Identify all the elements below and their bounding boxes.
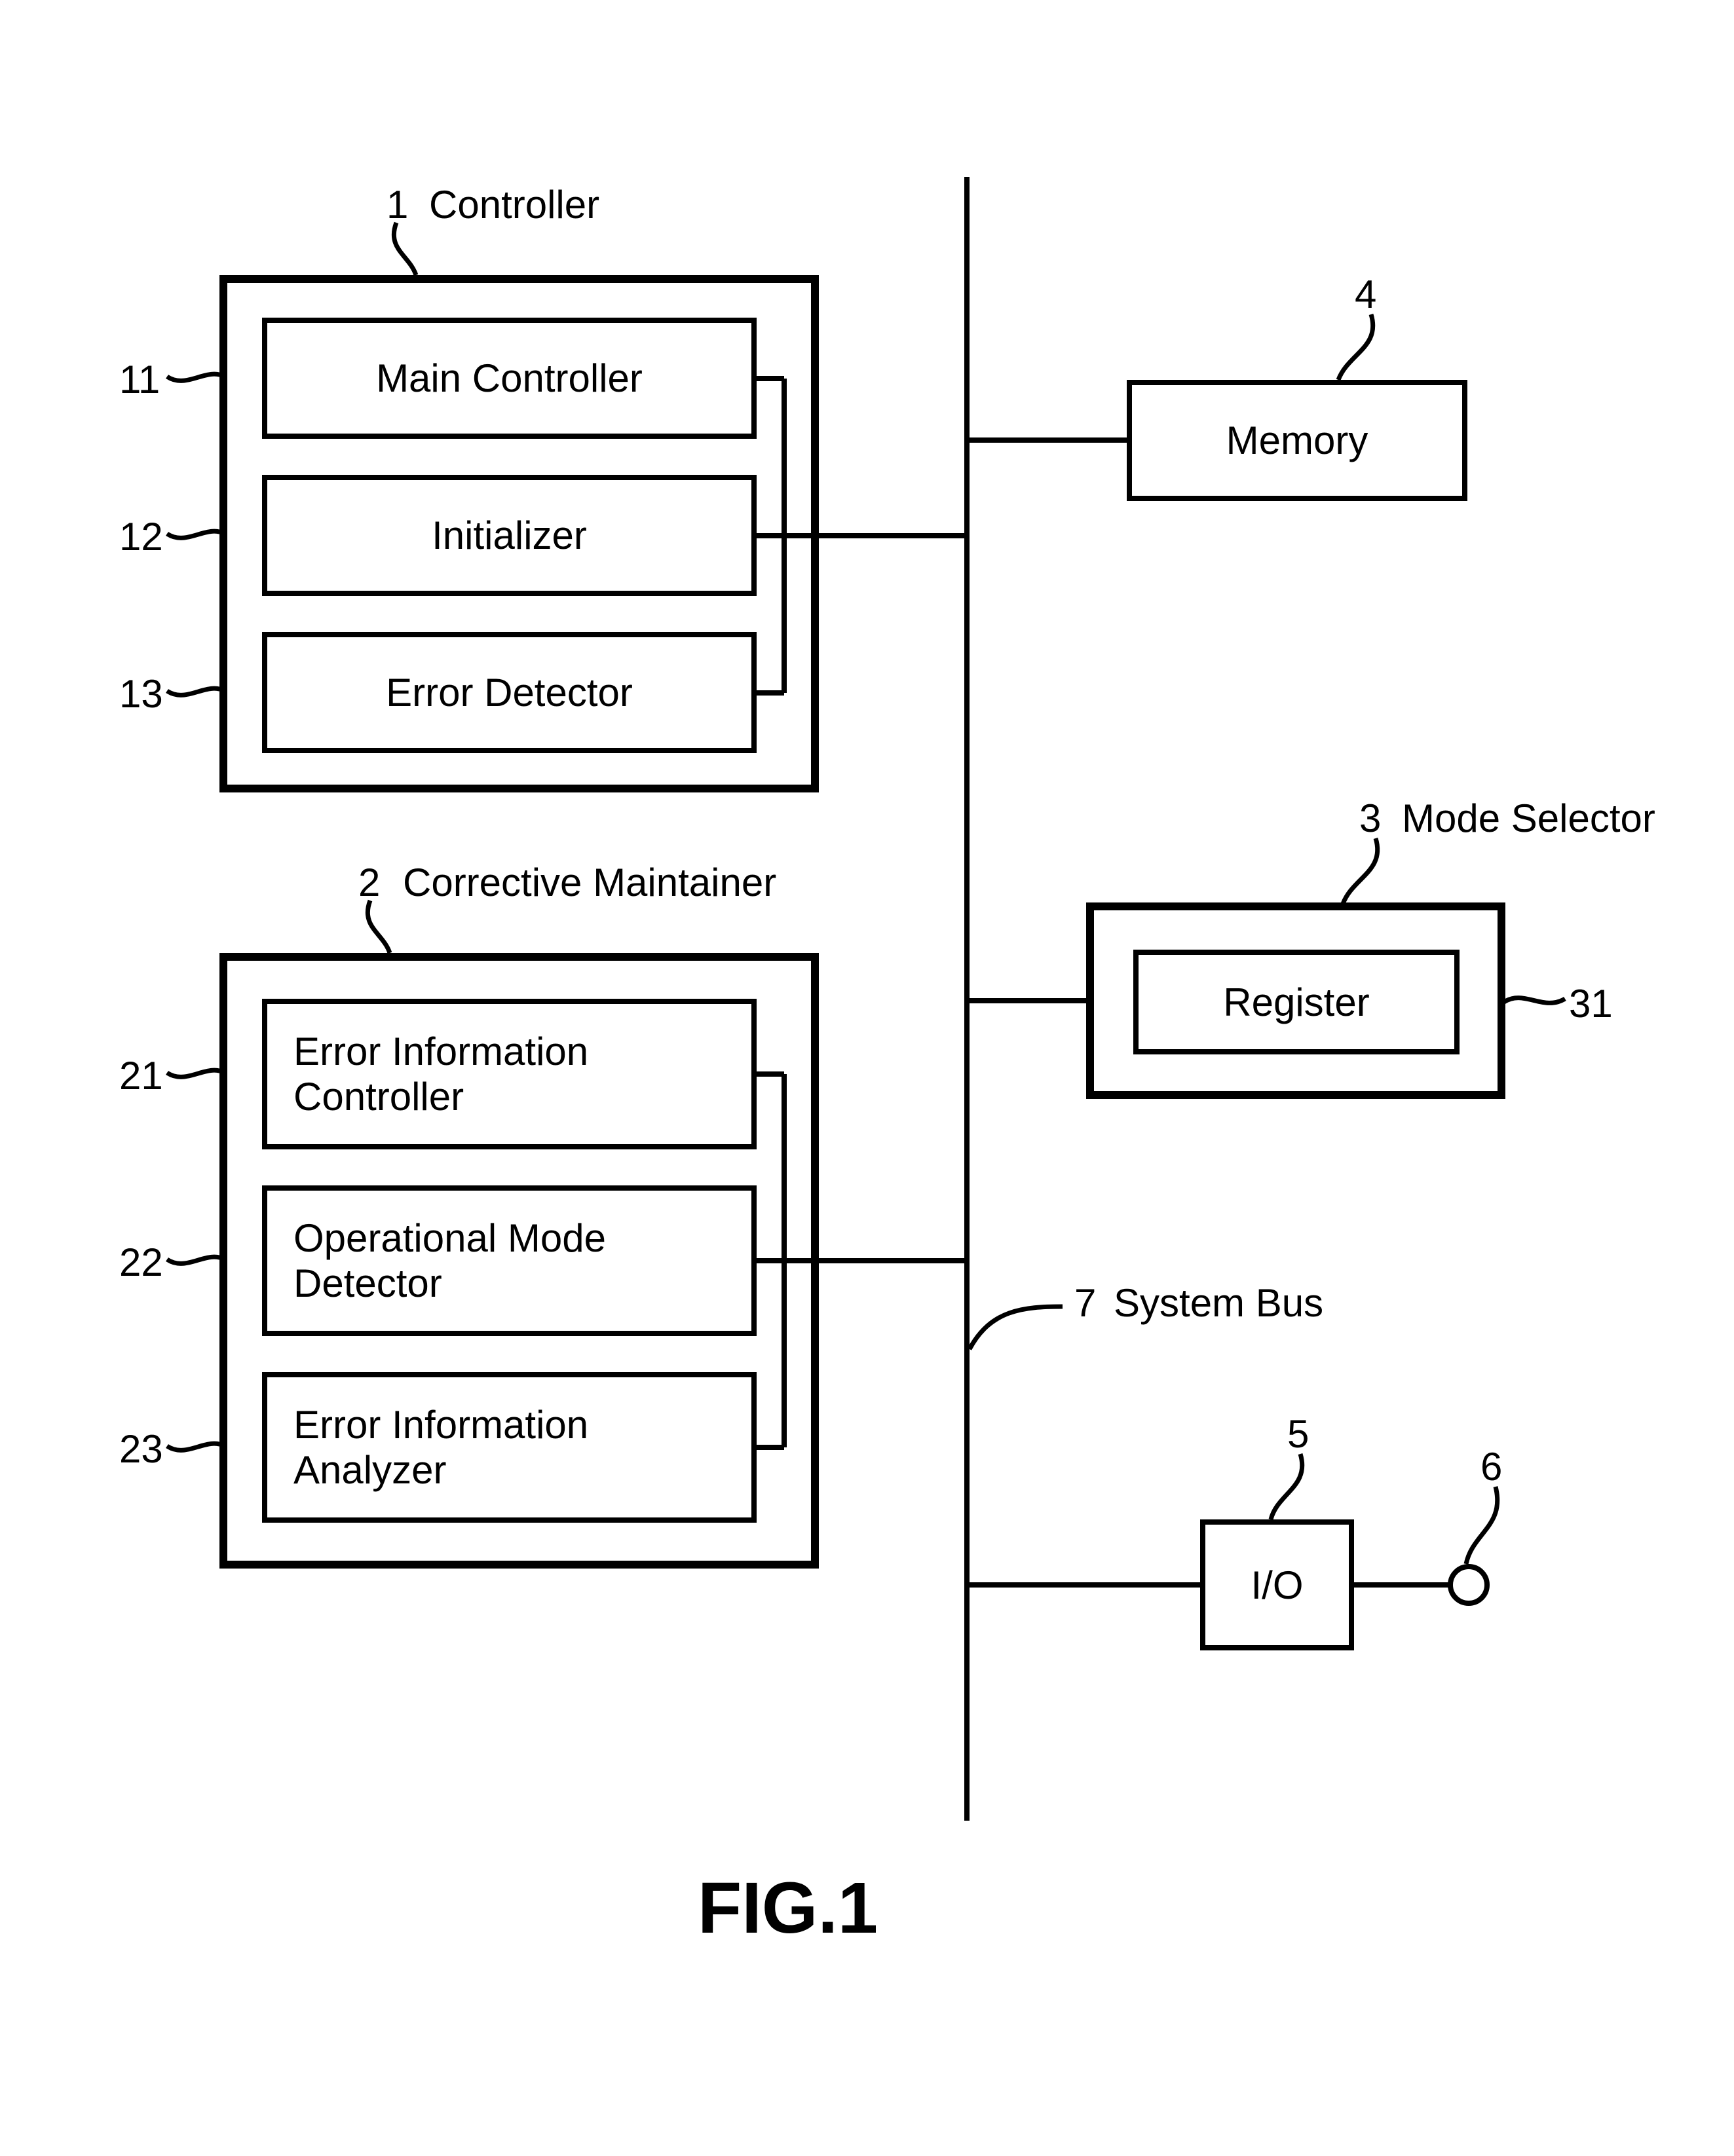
diagram-canvas: 7 System Bus 1 Controller Main Controlle… — [0, 0, 1734, 2156]
register-box: Register — [1133, 950, 1460, 1054]
io-port-ref: 6 — [1480, 1444, 1502, 1489]
controller-lead — [390, 223, 429, 278]
main-controller-lead — [167, 370, 226, 396]
op-mode-detector-label: Operational ModeDetector — [267, 1216, 751, 1306]
op-mode-detector-lead — [167, 1253, 226, 1279]
mode-selector-ref: 3 — [1359, 796, 1381, 841]
memory-to-bus — [967, 437, 1129, 443]
io-ref: 5 — [1287, 1411, 1309, 1457]
cm-to-bus — [757, 1258, 967, 1263]
error-info-controller-label: Error InformationController — [267, 1029, 751, 1119]
memory-ref: 4 — [1355, 272, 1376, 317]
io-port-lead — [1460, 1487, 1505, 1565]
figure-title: FIG.1 — [698, 1867, 878, 1950]
error-info-analyzer-label: Error InformationAnalyzer — [267, 1402, 751, 1493]
main-controller-label: Main Controller — [363, 356, 656, 401]
controller-name: Controller — [429, 182, 599, 227]
controller-bus-tap-13 — [757, 690, 784, 696]
io-to-port — [1351, 1582, 1451, 1588]
memory-label: Memory — [1213, 418, 1382, 463]
register-lead — [1504, 989, 1566, 1015]
error-info-analyzer-lead — [167, 1440, 226, 1466]
memory-box: Memory — [1127, 380, 1467, 501]
error-info-analyzer-box: Error InformationAnalyzer — [262, 1372, 757, 1523]
error-info-controller-lead — [167, 1066, 226, 1092]
controller-to-bus — [757, 533, 967, 538]
initializer-box: Initializer — [262, 475, 757, 596]
error-detector-label: Error Detector — [373, 670, 646, 715]
main-controller-box: Main Controller — [262, 318, 757, 439]
controller-bus-tap-11 — [757, 376, 784, 381]
system-bus-label: System Bus — [1114, 1280, 1323, 1326]
cm-name: Corrective Maintainer — [403, 860, 776, 905]
mode-selector-lead — [1340, 838, 1385, 904]
register-ref: 31 — [1569, 981, 1613, 1026]
io-to-bus — [967, 1582, 1203, 1588]
initializer-lead — [167, 527, 226, 553]
cm-bus-tap-23 — [757, 1445, 784, 1450]
error-info-controller-box: Error InformationController — [262, 999, 757, 1149]
system-bus-ref: 7 — [1074, 1280, 1096, 1326]
cm-lead — [364, 901, 403, 956]
op-mode-detector-ref: 22 — [119, 1240, 163, 1285]
error-info-analyzer-ref: 23 — [119, 1426, 163, 1472]
io-port-circle — [1448, 1564, 1490, 1606]
error-detector-ref: 13 — [119, 671, 163, 716]
cm-bus-tap-21 — [757, 1071, 784, 1077]
error-detector-lead — [167, 684, 226, 711]
io-lead — [1268, 1454, 1313, 1519]
io-label: I/O — [1237, 1563, 1316, 1608]
error-info-controller-ref: 21 — [119, 1053, 163, 1098]
system-bus-lead — [964, 1303, 1069, 1362]
main-controller-ref: 11 — [119, 357, 160, 402]
error-detector-box: Error Detector — [262, 632, 757, 753]
controller-ref: 1 — [386, 182, 408, 227]
cm-ref: 2 — [358, 860, 380, 905]
initializer-label: Initializer — [419, 513, 600, 558]
mode-selector-name: Mode Selector — [1402, 796, 1655, 841]
memory-lead — [1335, 314, 1381, 380]
op-mode-detector-box: Operational ModeDetector — [262, 1185, 757, 1336]
register-label: Register — [1210, 980, 1382, 1025]
mode-selector-to-bus — [967, 998, 1089, 1003]
initializer-ref: 12 — [119, 514, 163, 559]
io-box: I/O — [1200, 1519, 1354, 1650]
